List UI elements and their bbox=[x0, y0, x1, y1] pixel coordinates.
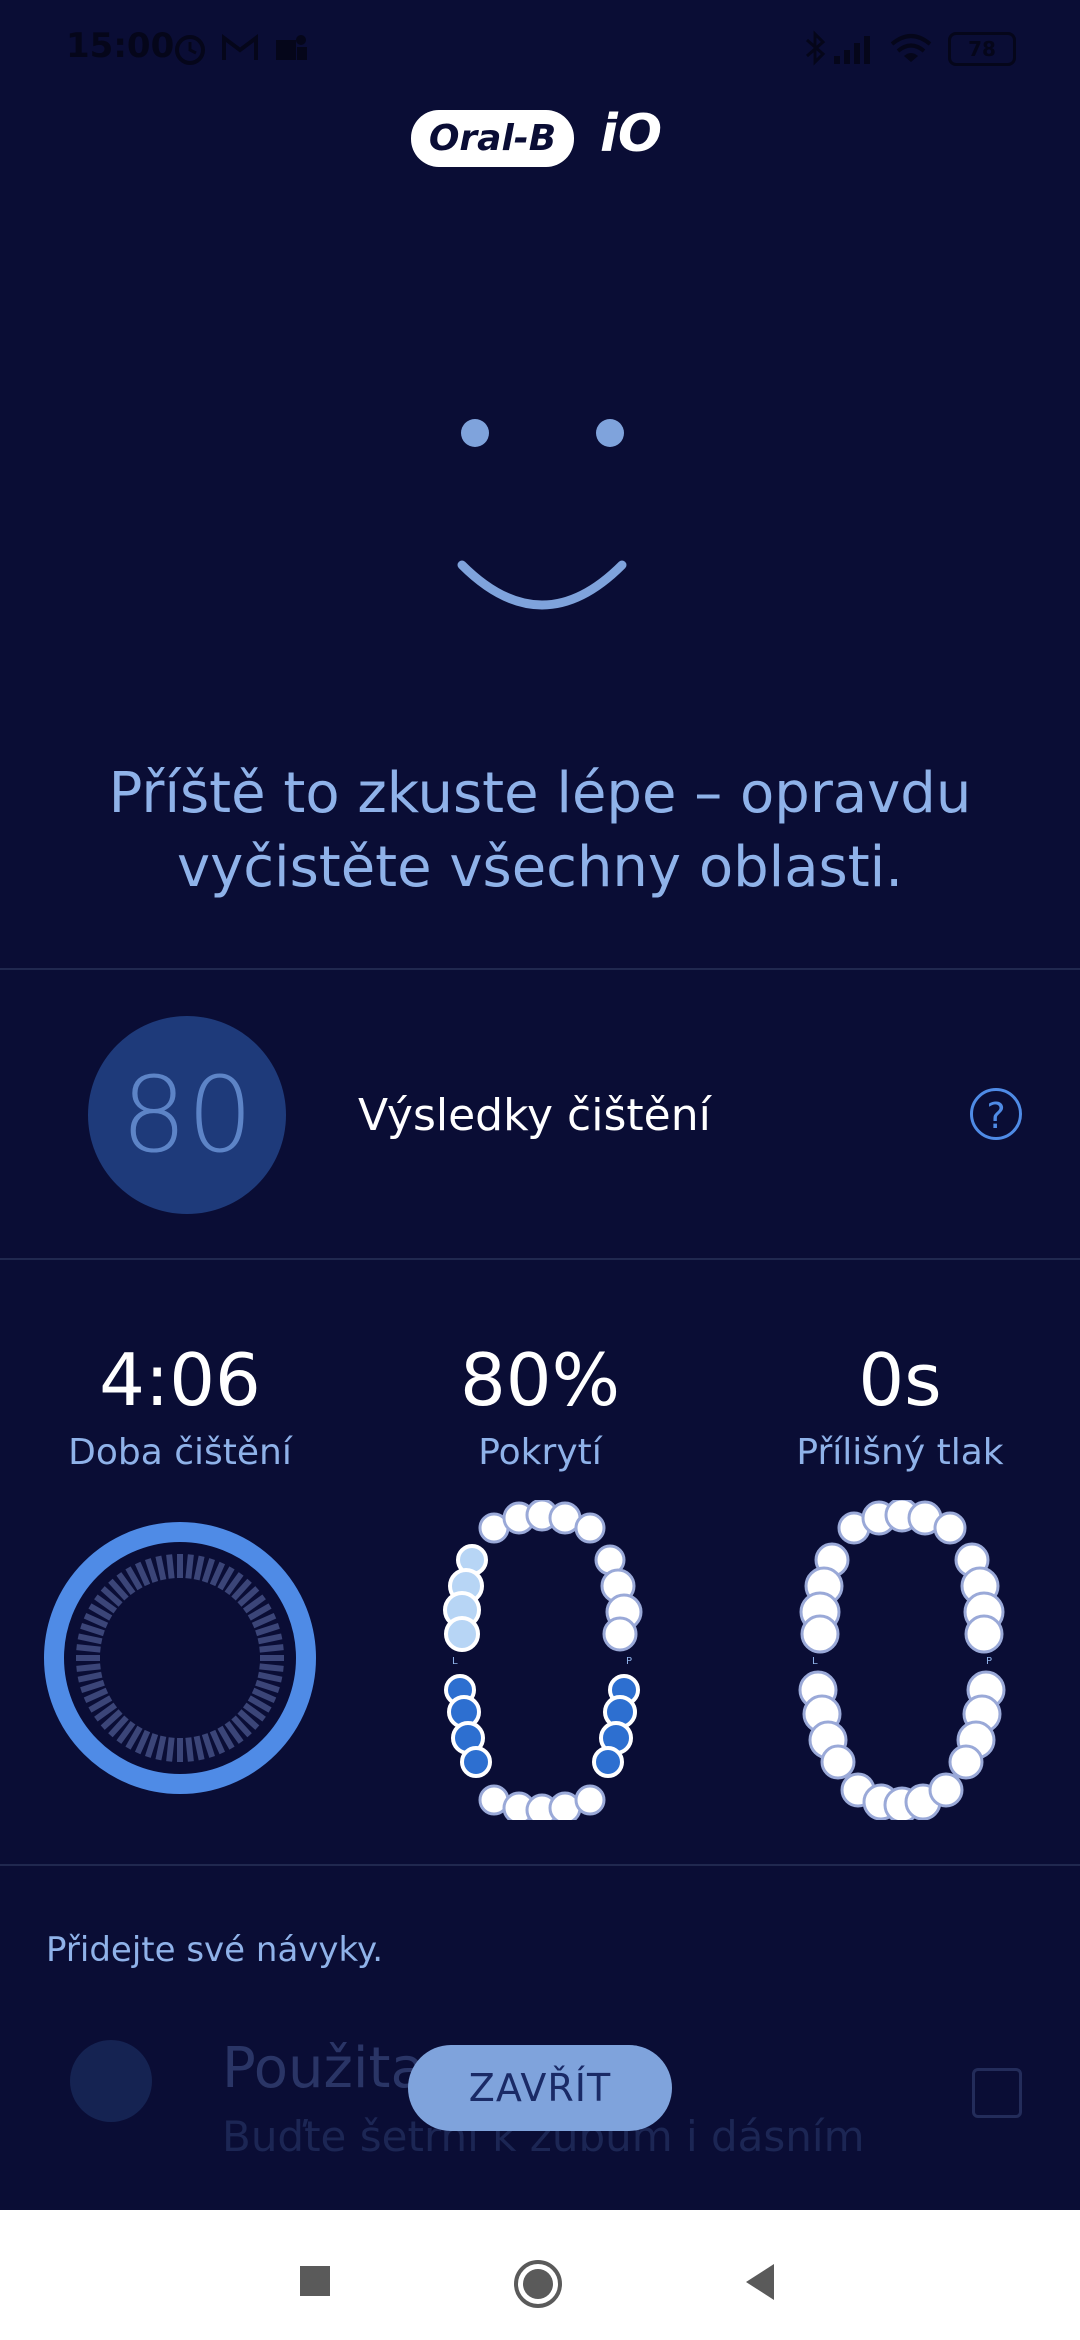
model-logo: iO bbox=[600, 104, 663, 164]
battery-icon: 78 bbox=[948, 32, 1016, 66]
mouthwash-icon bbox=[70, 2040, 152, 2122]
alarm-icon bbox=[175, 35, 205, 65]
battery-level: 78 bbox=[968, 37, 996, 61]
teeth-pressure-map: L P bbox=[798, 1500, 1006, 1820]
brand-logo: Oral-B bbox=[411, 110, 574, 167]
bluetooth-icon bbox=[806, 30, 826, 66]
brushing-time-value: 4:06 bbox=[99, 1338, 261, 1422]
coverage-value: 80% bbox=[459, 1338, 621, 1422]
habits-title: Přidejte své návyky. bbox=[46, 1930, 384, 1970]
result-message: Příště to zkuste lépe – opravdu vyčistět… bbox=[108, 761, 972, 900]
right-marker: P bbox=[986, 1656, 992, 1667]
coverage-label: Pokrytí bbox=[478, 1432, 602, 1473]
wifi-icon bbox=[890, 34, 932, 62]
teeth-coverage-map: L P bbox=[443, 1500, 643, 1820]
timer-ring-graphic bbox=[44, 1522, 316, 1794]
left-marker: L bbox=[452, 1656, 458, 1667]
habit-title: Použita bbox=[222, 2036, 425, 2101]
close-button[interactable]: ZAVŘÍT bbox=[408, 2045, 672, 2131]
home-circle-icon[interactable] bbox=[512, 2258, 564, 2310]
divider bbox=[0, 1258, 1080, 1260]
brushing-time-label: Doba čištění bbox=[68, 1432, 292, 1473]
back-triangle-icon[interactable] bbox=[742, 2262, 778, 2302]
help-circle-icon[interactable]: ? bbox=[970, 1088, 1022, 1140]
divider bbox=[0, 968, 1080, 970]
smiley-face-icon bbox=[457, 419, 627, 610]
signal-icon bbox=[834, 36, 870, 64]
habit-checkbox[interactable] bbox=[972, 2068, 1022, 2118]
pressure-label: Přílišný tlak bbox=[796, 1432, 1004, 1473]
status-time: 15:00 bbox=[66, 26, 175, 66]
score-label: Výsledky čištění bbox=[358, 1090, 711, 1141]
navigation-bar bbox=[0, 2210, 1080, 2340]
teams-icon bbox=[276, 35, 307, 60]
left-marker: L bbox=[812, 1656, 818, 1667]
status-bar: 15:00 78 bbox=[0, 0, 1080, 100]
right-marker: P bbox=[626, 1656, 632, 1667]
score-circle: 80 bbox=[88, 1016, 286, 1214]
gmail-icon bbox=[222, 34, 258, 60]
divider bbox=[0, 1864, 1080, 1866]
recents-square-icon[interactable] bbox=[300, 2266, 330, 2296]
pressure-value: 0s bbox=[858, 1338, 942, 1422]
